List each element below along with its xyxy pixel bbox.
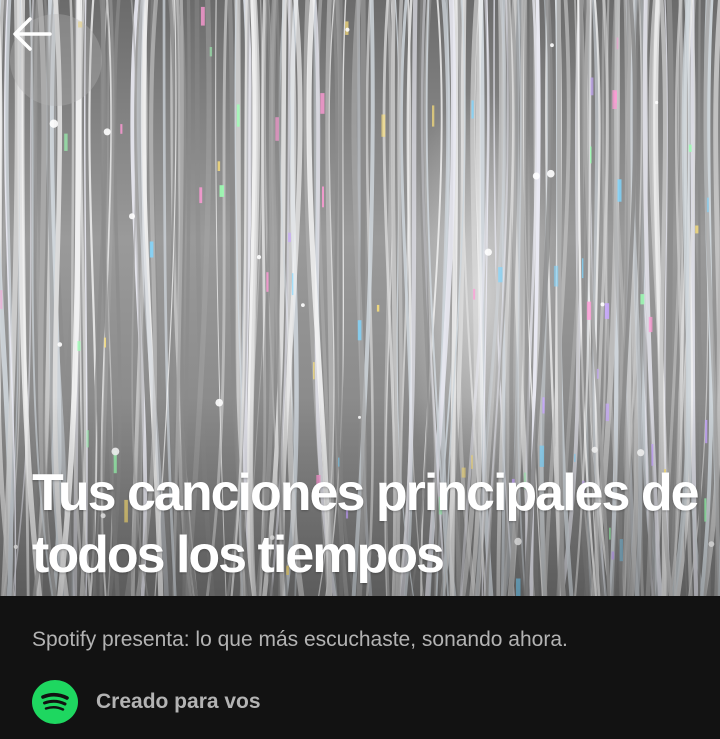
spotify-logo-icon xyxy=(32,680,78,724)
creator-label: Creado para vos xyxy=(96,690,261,713)
playlist-title: Tus canciones principales de todos los t… xyxy=(32,464,700,584)
playlist-info-panel: Spotify presenta: lo que más escuchaste,… xyxy=(0,596,720,739)
back-button[interactable] xyxy=(10,14,102,106)
playlist-cover-image: Tus canciones principales de todos los t… xyxy=(0,0,720,596)
playlist-description: Spotify presenta: lo que más escuchaste,… xyxy=(32,628,568,651)
creator-row[interactable]: Creado para vos xyxy=(32,680,261,724)
